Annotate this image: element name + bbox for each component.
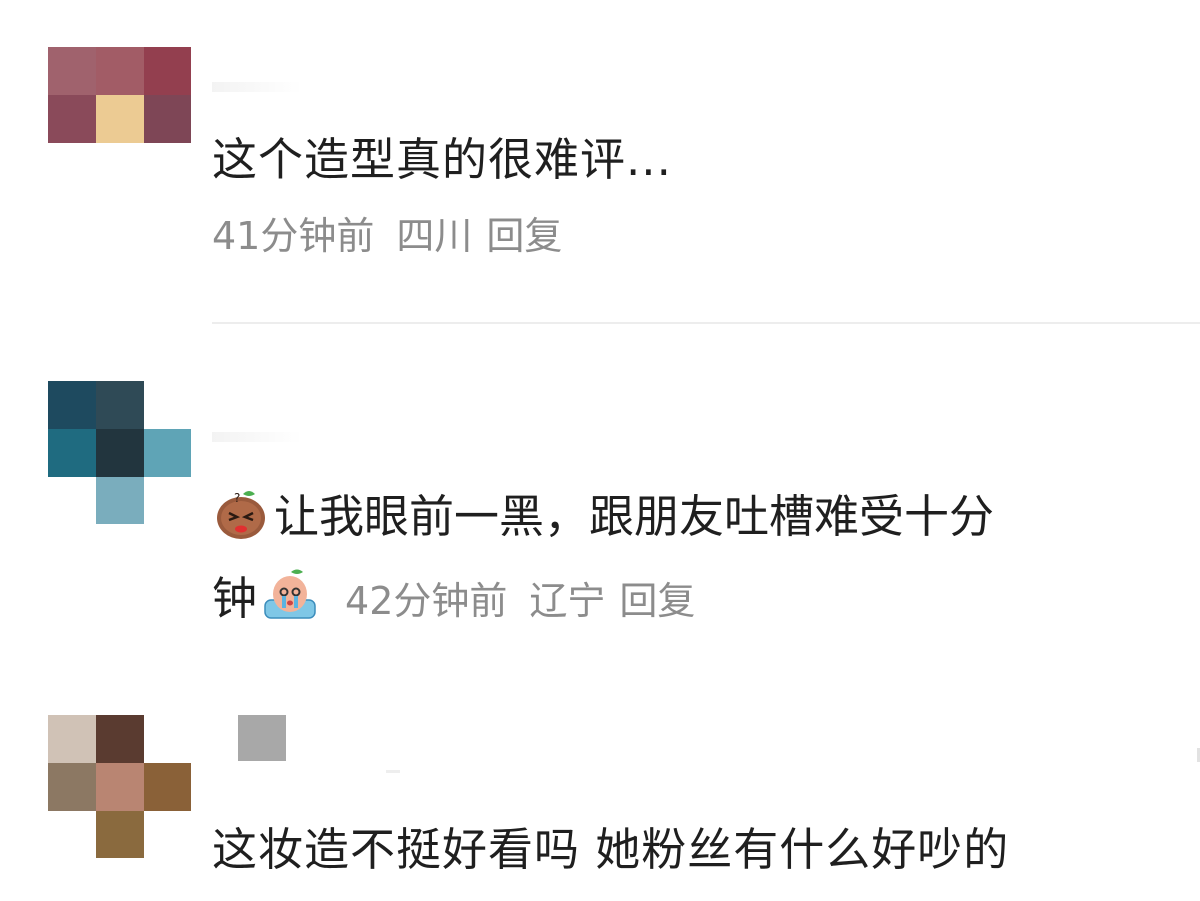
comment-time: 42分钟前 xyxy=(345,579,508,623)
comment-location: 四川 xyxy=(396,214,473,258)
username[interactable] xyxy=(386,770,400,773)
comment-text: 让我眼前一黑，跟朋友吐槽难受十分 xyxy=(274,490,995,543)
comment-text-line-1: ? 让我眼前一黑，跟朋友吐槽难受十分 xyxy=(212,484,994,545)
username-badge xyxy=(238,715,286,761)
reply-button[interactable]: 回复 xyxy=(486,214,562,258)
comment-text: 这妆造不挺好看吗 她粉丝有什么好吵的 xyxy=(212,823,1010,876)
divider xyxy=(212,322,1200,324)
comment-text-line-2: 钟 42分钟前 辽宁 回复 xyxy=(212,566,717,629)
comment-meta: 42分钟前 辽宁 回复 xyxy=(345,579,717,623)
angry-sweet-potato-emoji: ? xyxy=(212,484,270,542)
comment-text-continued: 钟 xyxy=(212,572,258,625)
crying-sweet-potato-emoji xyxy=(261,566,319,624)
comment-text: 这个造型真的很难评... xyxy=(212,133,672,186)
comment-location: 辽宁 xyxy=(529,579,606,623)
avatar[interactable] xyxy=(48,715,191,858)
svg-text:?: ? xyxy=(234,491,240,505)
comment-meta: 41分钟前 四川 回复 xyxy=(212,212,584,260)
username[interactable] xyxy=(212,82,302,92)
reply-button[interactable]: 回复 xyxy=(619,579,695,623)
username[interactable] xyxy=(212,432,302,442)
avatar[interactable] xyxy=(48,381,191,524)
comment-time: 41分钟前 xyxy=(212,214,375,258)
avatar[interactable] xyxy=(48,47,191,190)
